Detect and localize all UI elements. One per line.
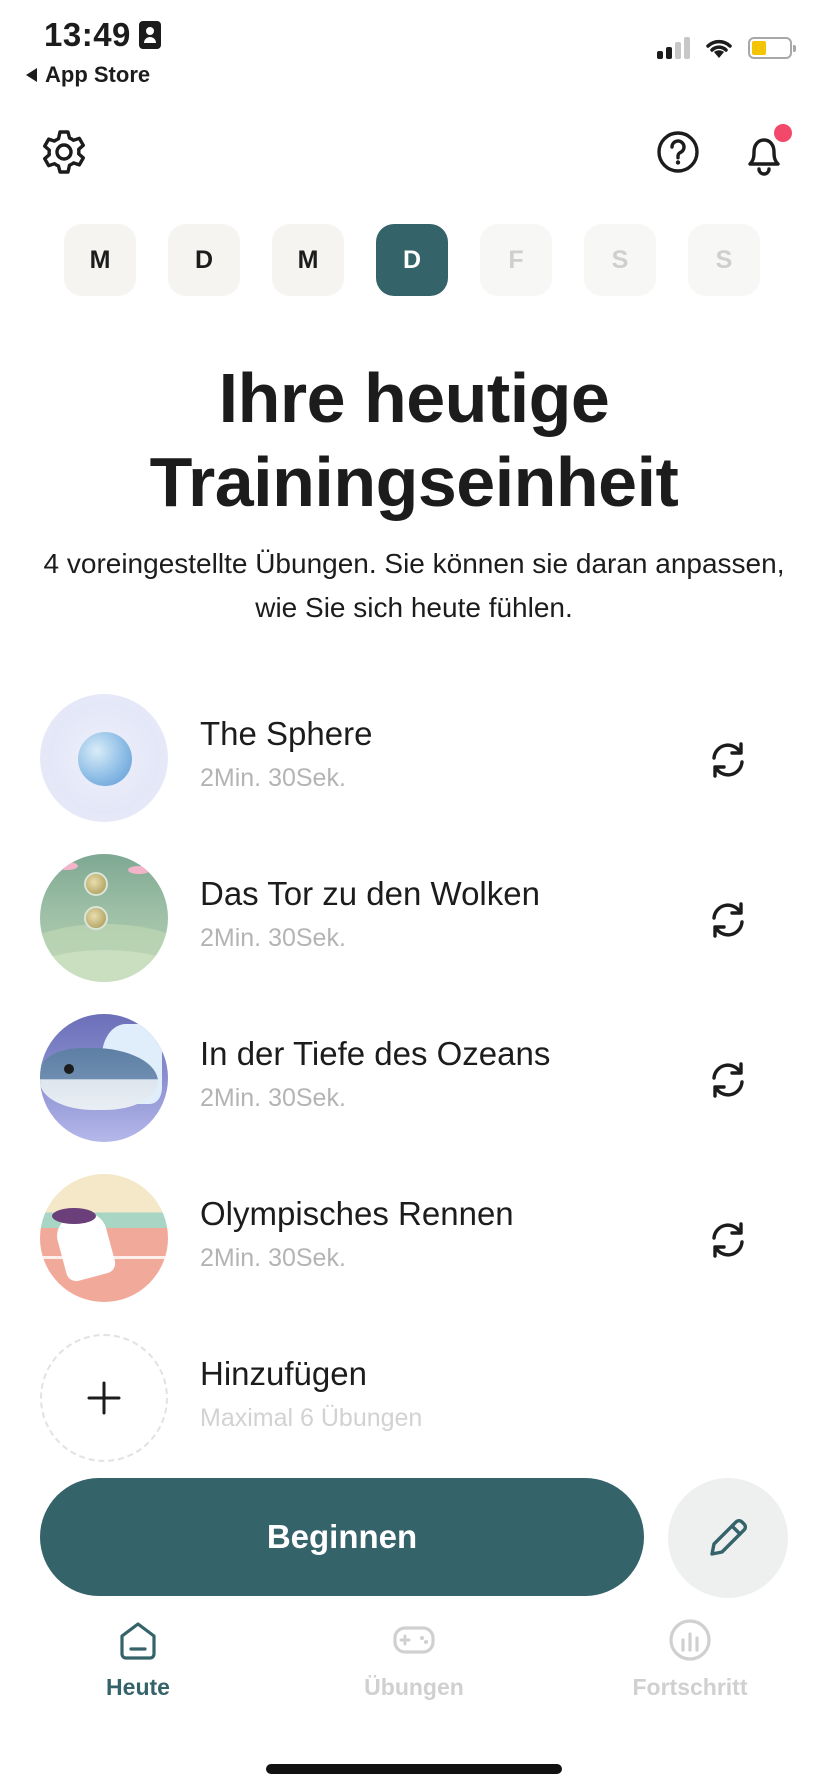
page-title-line2: Trainingseinheit	[149, 443, 679, 521]
status-time: 13:49	[44, 16, 161, 54]
question-circle-icon	[657, 131, 699, 173]
exercise-thumbnail	[40, 1174, 168, 1302]
day-wednesday[interactable]: M	[272, 224, 344, 296]
add-exercise-thumbnail	[40, 1334, 168, 1462]
exercise-thumbnail	[40, 694, 168, 822]
page-title: Ihre heutige Trainingseinheit	[0, 356, 828, 524]
exercise-list: The Sphere 2Min. 30Sek. Das Tor zu den W…	[40, 694, 788, 1494]
day-sunday: S	[688, 224, 760, 296]
tab-fortschritt-label: Fortschritt	[632, 1674, 748, 1700]
gear-icon	[43, 130, 85, 174]
cellular-signal-icon	[657, 37, 690, 59]
back-arrow-icon	[26, 68, 37, 82]
add-exercise-item[interactable]: Hinzufügen Maximal 6 Übungen	[40, 1334, 788, 1494]
page-title-line1: Ihre heutige	[218, 359, 610, 437]
day-friday: F	[480, 224, 552, 296]
exercise-name: In der Tiefe des Ozeans	[200, 1035, 551, 1072]
plus-icon	[87, 1381, 121, 1415]
refresh-icon[interactable]	[706, 1058, 750, 1102]
exercise-item[interactable]: Das Tor zu den Wolken 2Min. 30Sek.	[40, 854, 788, 1014]
bottom-tab-bar: Heute Übungen Fortschritt	[0, 1618, 828, 1728]
add-exercise-hint: Maximal 6 Übungen	[200, 1404, 423, 1432]
page-subtitle: 4 voreingestellte Übungen. Sie können si…	[43, 548, 785, 623]
tab-heute[interactable]: Heute	[0, 1618, 276, 1728]
chart-icon	[669, 1619, 711, 1661]
refresh-icon[interactable]	[706, 738, 750, 782]
tab-uebungen-label: Übungen	[364, 1674, 464, 1700]
settings-button[interactable]	[38, 126, 90, 178]
exercise-thumbnail	[40, 854, 168, 982]
tab-uebungen[interactable]: Übungen	[276, 1618, 552, 1728]
day-monday[interactable]: M	[64, 224, 136, 296]
exercise-duration: 2Min. 30Sek.	[200, 764, 346, 792]
week-day-selector: M D M D F S S	[64, 224, 760, 296]
exercise-item[interactable]: The Sphere 2Min. 30Sek.	[40, 694, 788, 854]
exercise-name: Olympisches Rennen	[200, 1195, 514, 1232]
refresh-icon[interactable]	[706, 898, 750, 942]
exercise-name: Das Tor zu den Wolken	[200, 875, 540, 912]
back-app-store-label: App Store	[45, 62, 151, 87]
notifications-button[interactable]	[738, 124, 792, 178]
exercise-duration: 2Min. 30Sek.	[200, 1084, 346, 1112]
contact-badge-icon	[138, 21, 161, 49]
status-time-text: 13:49	[44, 16, 131, 53]
notification-dot	[774, 124, 792, 142]
exercise-name: The Sphere	[200, 715, 373, 752]
exercise-item[interactable]: Olympisches Rennen 2Min. 30Sek.	[40, 1174, 788, 1334]
back-to-app-store-link[interactable]: App Store	[26, 62, 150, 88]
status-indicators	[657, 36, 796, 60]
wifi-icon	[706, 39, 732, 58]
refresh-icon[interactable]	[706, 1218, 750, 1262]
exercise-thumbnail	[40, 1014, 168, 1142]
exercise-duration: 2Min. 30Sek.	[200, 1244, 346, 1272]
gamepad-icon	[393, 1626, 435, 1654]
tab-fortschritt[interactable]: Fortschritt	[552, 1618, 828, 1728]
day-thursday[interactable]: D	[376, 224, 448, 296]
day-saturday: S	[584, 224, 656, 296]
home-icon	[120, 1622, 156, 1660]
help-button[interactable]	[652, 126, 704, 178]
tab-heute-label: Heute	[106, 1674, 170, 1700]
pencil-icon	[710, 1519, 747, 1556]
begin-button[interactable]: Beginnen	[40, 1478, 644, 1596]
exercise-item[interactable]: In der Tiefe des Ozeans 2Min. 30Sek.	[40, 1014, 788, 1174]
home-indicator	[266, 1764, 562, 1774]
edit-button[interactable]	[668, 1478, 788, 1598]
exercise-duration: 2Min. 30Sek.	[200, 924, 346, 952]
battery-icon	[748, 37, 796, 59]
add-exercise-label: Hinzufügen	[200, 1355, 367, 1392]
day-tuesday[interactable]: D	[168, 224, 240, 296]
